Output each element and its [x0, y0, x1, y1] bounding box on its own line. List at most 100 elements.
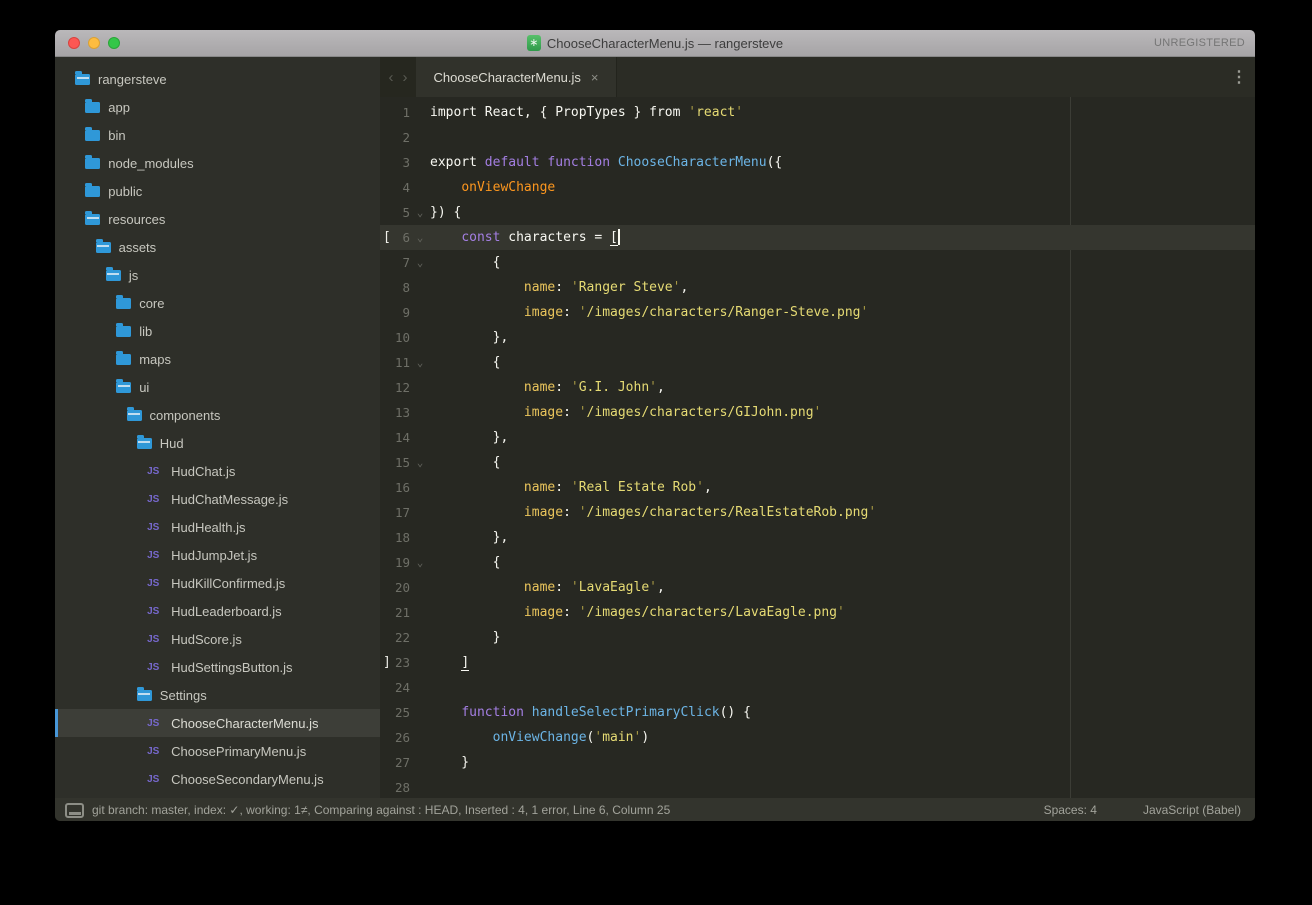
code-line-4[interactable]: 4 onViewChange [380, 175, 1255, 200]
line-number[interactable]: 10 [380, 330, 410, 345]
code-line-2[interactable]: 2 [380, 125, 1255, 150]
code-line-14[interactable]: 14 }, [380, 425, 1255, 450]
fold-arrow-icon[interactable]: ⌄ [412, 450, 428, 475]
line-number[interactable]: 15 [380, 455, 410, 470]
code-line-23[interactable]: ]23 ] [380, 650, 1255, 675]
code-line-19[interactable]: 19⌄ { [380, 550, 1255, 575]
code-area[interactable]: 1import React, { PropTypes } from 'react… [380, 97, 1255, 798]
sidebar-item-ui[interactable]: ui [55, 373, 380, 401]
minimize-window-button[interactable] [88, 37, 100, 49]
sidebar-item-lib[interactable]: lib [55, 317, 380, 345]
line-number[interactable]: 25 [380, 705, 410, 720]
fold-arrow-icon[interactable]: ⌄ [412, 550, 428, 575]
code-line-22[interactable]: 22 } [380, 625, 1255, 650]
tab-back-icon[interactable]: ‹ [389, 69, 394, 86]
line-number[interactable]: 19 [380, 555, 410, 570]
line-number[interactable]: 22 [380, 630, 410, 645]
sidebar-item-hudhealth-js[interactable]: JSHudHealth.js [55, 513, 380, 541]
sidebar-item-components[interactable]: components [55, 401, 380, 429]
sidebar-item-hudsettingsbutton-js[interactable]: JSHudSettingsButton.js [55, 653, 380, 681]
sidebar-item-maps[interactable]: maps [55, 345, 380, 373]
code-line-21[interactable]: 21 image: '/images/characters/LavaEagle.… [380, 600, 1255, 625]
code-line-24[interactable]: 24 [380, 675, 1255, 700]
line-number[interactable]: 5 [380, 205, 410, 220]
line-number[interactable]: 27 [380, 755, 410, 770]
code-line-17[interactable]: 17 image: '/images/characters/RealEstate… [380, 500, 1255, 525]
sidebar-item-app[interactable]: app [55, 93, 380, 121]
syntax-setting[interactable]: JavaScript (Babel) [1143, 803, 1241, 817]
line-number[interactable]: 8 [380, 280, 410, 295]
sidebar-item-rangersteve[interactable]: rangersteve [55, 65, 380, 93]
line-number[interactable]: 2 [380, 130, 410, 145]
code-line-25[interactable]: 25 function handleSelectPrimaryClick() { [380, 700, 1255, 725]
code-line-10[interactable]: 10 }, [380, 325, 1255, 350]
line-number[interactable]: 3 [380, 155, 410, 170]
close-window-button[interactable] [68, 37, 80, 49]
fold-arrow-icon[interactable]: ⌄ [412, 350, 428, 375]
code-line-5[interactable]: 5⌄}) { [380, 200, 1255, 225]
code-line-26[interactable]: 26 onViewChange('main') [380, 725, 1255, 750]
panel-toggle-icon[interactable] [65, 803, 84, 818]
sidebar-item-resources[interactable]: resources [55, 205, 380, 233]
sidebar-item-core[interactable]: core [55, 289, 380, 317]
code-text: name: 'Real Estate Rob', [430, 480, 712, 495]
code-line-9[interactable]: 9 image: '/images/characters/Ranger-Stev… [380, 300, 1255, 325]
code-line-18[interactable]: 18 }, [380, 525, 1255, 550]
sidebar-item-hudkillconfirmed-js[interactable]: JSHudKillConfirmed.js [55, 569, 380, 597]
fold-arrow-icon[interactable]: ⌄ [412, 250, 428, 275]
fold-arrow-icon[interactable]: ⌄ [412, 200, 428, 225]
sidebar-item-js[interactable]: js [55, 261, 380, 289]
code-line-16[interactable]: 16 name: 'Real Estate Rob', [380, 475, 1255, 500]
line-number[interactable]: 16 [380, 480, 410, 495]
zoom-window-button[interactable] [108, 37, 120, 49]
line-number[interactable]: 20 [380, 580, 410, 595]
sidebar-item-settings[interactable]: Settings [55, 681, 380, 709]
sidebar-item-hudchat-js[interactable]: JSHudChat.js [55, 457, 380, 485]
sidebar-item-hudscore-js[interactable]: JSHudScore.js [55, 625, 380, 653]
tab-close-icon[interactable]: × [591, 70, 599, 85]
sidebar-item-public[interactable]: public [55, 177, 380, 205]
line-number[interactable]: 18 [380, 530, 410, 545]
line-number[interactable]: 14 [380, 430, 410, 445]
line-number[interactable]: 12 [380, 380, 410, 395]
code-line-1[interactable]: 1import React, { PropTypes } from 'react… [380, 100, 1255, 125]
sidebar-item-bin[interactable]: bin [55, 121, 380, 149]
line-number[interactable]: 9 [380, 305, 410, 320]
indent-setting[interactable]: Spaces: 4 [1044, 803, 1097, 817]
code-line-7[interactable]: 7⌄ { [380, 250, 1255, 275]
sidebar-item-hudjumpjet-js[interactable]: JSHudJumpJet.js [55, 541, 380, 569]
fold-arrow-icon[interactable]: ⌄ [412, 225, 428, 250]
line-number[interactable]: 26 [380, 730, 410, 745]
line-number[interactable]: 11 [380, 355, 410, 370]
sidebar-item-node-modules[interactable]: node_modules [55, 149, 380, 177]
line-number[interactable]: 7 [380, 255, 410, 270]
sidebar-item-choosecharactermenu-js[interactable]: JSChooseCharacterMenu.js [55, 709, 380, 737]
code-line-6[interactable]: [6⌄ const characters = [ [380, 225, 1255, 250]
line-number[interactable]: 1 [380, 105, 410, 120]
sidebar-item-assets[interactable]: assets [55, 233, 380, 261]
code-line-15[interactable]: 15⌄ { [380, 450, 1255, 475]
line-number[interactable]: 24 [380, 680, 410, 695]
code-line-20[interactable]: 20 name: 'LavaEagle', [380, 575, 1255, 600]
sidebar-item-chooseprimarymenu-js[interactable]: JSChoosePrimaryMenu.js [55, 737, 380, 765]
code-line-8[interactable]: 8 name: 'Ranger Steve', [380, 275, 1255, 300]
code-line-3[interactable]: 3export default function ChooseCharacter… [380, 150, 1255, 175]
code-line-13[interactable]: 13 image: '/images/characters/GIJohn.png… [380, 400, 1255, 425]
tab-overflow-menu-icon[interactable]: ⋮ [1231, 57, 1247, 97]
sidebar-item-hud[interactable]: Hud [55, 429, 380, 457]
code-line-12[interactable]: 12 name: 'G.I. John', [380, 375, 1255, 400]
tab-choosecharactermenu[interactable]: ChooseCharacterMenu.js × [416, 57, 617, 97]
tab-forward-icon[interactable]: › [403, 69, 408, 86]
code-line-27[interactable]: 27 } [380, 750, 1255, 775]
code-line-11[interactable]: 11⌄ { [380, 350, 1255, 375]
line-number[interactable]: 17 [380, 505, 410, 520]
code-line-28[interactable]: 28 [380, 775, 1255, 798]
folder-open-icon [85, 214, 100, 225]
line-number[interactable]: 21 [380, 605, 410, 620]
sidebar-item-choosesecondarymenu-js[interactable]: JSChooseSecondaryMenu.js [55, 765, 380, 793]
line-number[interactable]: 13 [380, 405, 410, 420]
sidebar-item-hudchatmessage-js[interactable]: JSHudChatMessage.js [55, 485, 380, 513]
line-number[interactable]: 28 [380, 780, 410, 795]
line-number[interactable]: 4 [380, 180, 410, 195]
sidebar-item-hudleaderboard-js[interactable]: JSHudLeaderboard.js [55, 597, 380, 625]
